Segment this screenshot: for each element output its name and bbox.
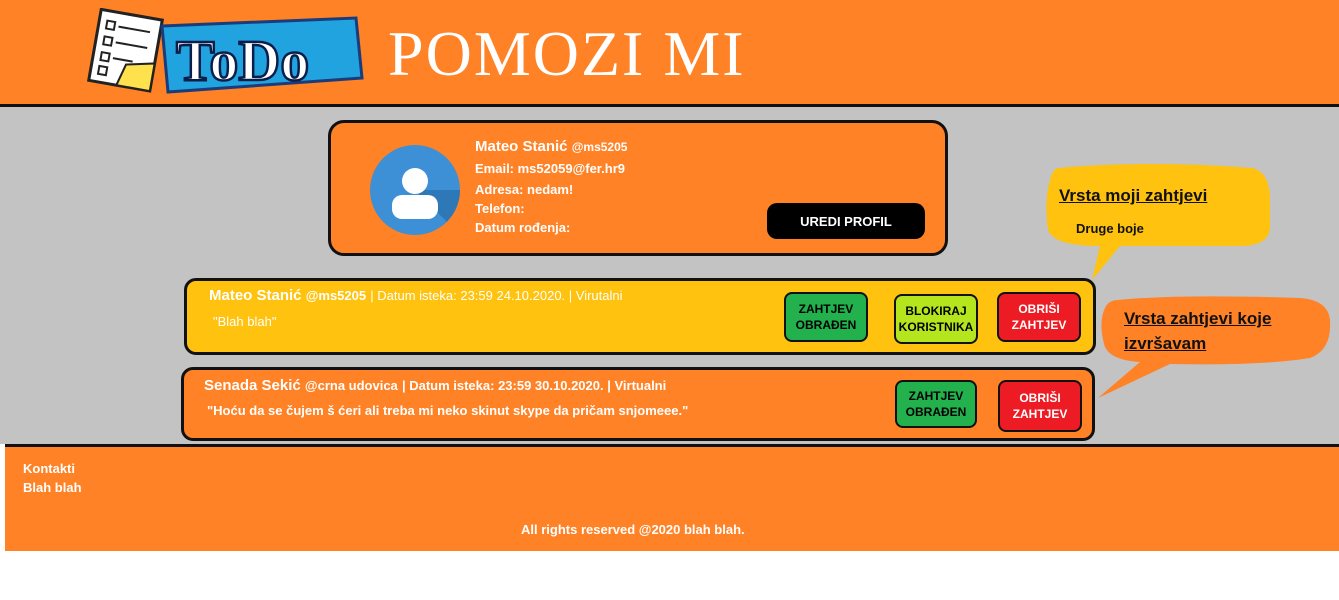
request-2-user: Senada Sekić (204, 377, 301, 394)
avatar-icon (370, 145, 460, 235)
annotation-assigned-line-2: izvršavam (1124, 334, 1207, 353)
annotation-assigned-title: Vrsta zahtjevi koje izvršavam (1124, 306, 1271, 356)
request-2-done-label-1: ZAHTJEV (908, 389, 964, 403)
request-2-header: Senada Sekić @crna udovica | Datum istek… (204, 377, 666, 394)
request-2-text: "Hoću da se čujem š ćeri ali treba mi ne… (207, 403, 689, 418)
profile-phone: Telefon: (475, 201, 525, 216)
annotation-own-title: Vrsta moji zahtjevi (1059, 186, 1208, 205)
request-1-header: Mateo Stanić @ms5205 | Datum isteka: 23:… (209, 287, 623, 304)
request-2-meta: | Datum isteka: 23:59 30.10.2020. | Virt… (401, 378, 667, 393)
request-1-user: Mateo Stanić (209, 287, 302, 304)
logo-text: ToDo (176, 28, 309, 93)
request-1-done-label-1: ZAHTJEV (798, 302, 854, 316)
edit-profile-button[interactable]: UREDI PROFIL (767, 203, 925, 239)
todo-logo[interactable]: ToDo (84, 7, 364, 98)
request-1-handle: @ms5205 (305, 288, 367, 303)
profile-address: Adresa: nedam! (475, 182, 574, 197)
profile-birthdate: Datum rođenja: (475, 220, 571, 235)
request-2-done-label-2: OBRAĐEN (905, 405, 967, 419)
profile-handle: @ms5205 (571, 140, 628, 154)
request-1-block-label-1: BLOKIRAJ (905, 304, 967, 318)
request-1-text: "Blah blah" (213, 314, 277, 329)
request-1-block-label-2: KORISTNIKA (898, 320, 974, 334)
request-1-done-label-2: OBRAĐEN (795, 318, 857, 332)
request-2-handle: @crna udovica (304, 378, 398, 393)
site-title: POMOZI MI (388, 18, 746, 89)
profile-email: Email: ms52059@fer.hr9 (475, 161, 625, 176)
footer-contacts-info: Blah blah (23, 480, 82, 495)
request-2-done-button[interactable]: ZAHTJEV OBRAĐEN (895, 380, 977, 428)
footer-contacts[interactable]: Kontakti (23, 461, 75, 476)
profile-name-line: Mateo Stanić @ms5205 (475, 138, 627, 155)
footer-copyright: All rights reserved @2020 blah blah. (521, 522, 745, 537)
request-1-done-button[interactable]: ZAHTJEV OBRAĐEN (784, 292, 868, 342)
annotation-own-subtitle: Druge boje (1076, 221, 1144, 236)
request-1-meta: | Datum isteka: 23:59 24.10.2020. | Viru… (370, 288, 623, 303)
request-1-block-button[interactable]: BLOKIRAJ KORISTNIKA (894, 294, 978, 344)
profile-name: Mateo Stanić (475, 138, 568, 155)
annotation-assigned-line-1: Vrsta zahtjevi koje (1124, 309, 1272, 328)
